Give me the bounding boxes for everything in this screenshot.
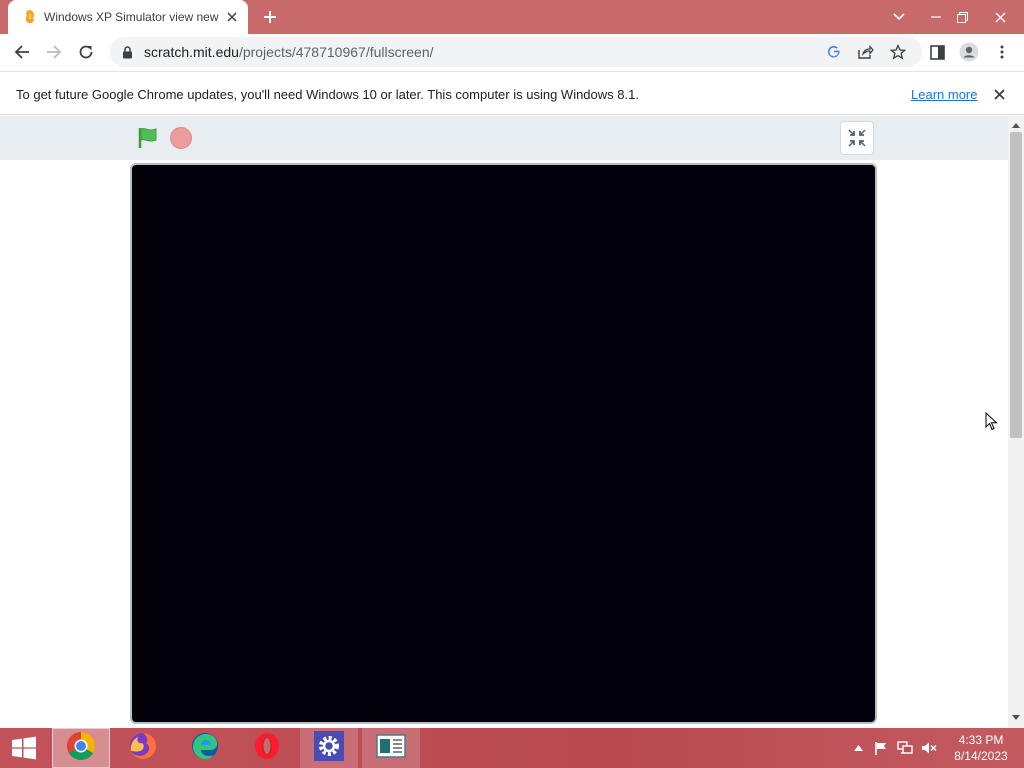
url-text: scratch.mit.edu/projects/478710967/fulls… <box>144 44 434 60</box>
show-hidden-icons-icon[interactable] <box>850 740 866 756</box>
mouse-cursor-icon <box>985 411 998 432</box>
taskbar-opera[interactable] <box>238 728 296 768</box>
lock-icon[interactable] <box>120 45 134 59</box>
taskbar-settings[interactable] <box>300 728 358 768</box>
tab-title: Windows XP Simulator view new <box>44 10 219 24</box>
stop-icon[interactable] <box>170 127 192 149</box>
back-icon[interactable] <box>8 38 36 66</box>
close-icon[interactable] <box>990 85 1008 103</box>
close-icon[interactable] <box>224 9 240 25</box>
reload-icon[interactable] <box>72 38 100 66</box>
volume-muted-icon[interactable] <box>921 740 937 756</box>
plus-icon[interactable] <box>258 6 282 28</box>
google-icon[interactable] <box>824 42 844 62</box>
address-bar[interactable]: scratch.mit.edu/projects/478710967/fulls… <box>110 37 922 67</box>
star-icon[interactable] <box>888 42 908 62</box>
taskbar-news[interactable] <box>362 728 420 768</box>
scratch-fullscreen-page <box>0 116 1008 728</box>
windows-taskbar: 4:33 PM 8/14/2023 <box>0 728 1024 768</box>
learn-more-link[interactable]: Learn more <box>911 87 977 102</box>
flag-icon[interactable] <box>873 740 889 756</box>
profile-icon[interactable] <box>958 41 980 63</box>
green-flag-icon[interactable] <box>137 126 161 150</box>
scroll-up-arrow-icon[interactable] <box>1008 120 1024 130</box>
page-scrollbar[interactable] <box>1008 116 1024 728</box>
share-icon[interactable] <box>856 42 876 62</box>
url-host: scratch.mit.edu <box>144 44 239 60</box>
browser-tab[interactable]: Windows XP Simulator view new <box>8 0 248 34</box>
window-close-icon[interactable] <box>984 0 1016 34</box>
update-infobar: To get future Google Chrome updates, you… <box>0 71 1024 115</box>
edge-icon <box>190 731 220 766</box>
browser-tab-strip: Windows XP Simulator view new <box>0 0 1024 34</box>
side-panel-icon[interactable] <box>926 41 948 63</box>
forward-icon[interactable] <box>40 38 68 66</box>
taskbar-edge[interactable] <box>176 728 234 768</box>
project-stage[interactable] <box>130 163 877 724</box>
network-icon[interactable] <box>897 740 913 756</box>
kebab-menu-icon[interactable] <box>991 41 1013 63</box>
taskbar-chrome[interactable] <box>52 728 110 768</box>
chrome-icon <box>66 731 96 766</box>
browser-toolbar: scratch.mit.edu/projects/478710967/fulls… <box>0 34 1024 71</box>
stage-controls-bar <box>0 116 1008 160</box>
chevron-down-icon[interactable] <box>883 0 915 34</box>
url-path: /projects/478710967/fullscreen/ <box>238 44 434 60</box>
taskbar-clock[interactable]: 4:33 PM 8/14/2023 <box>948 732 1014 764</box>
restore-icon[interactable] <box>946 0 978 34</box>
taskbar-firefox[interactable] <box>114 728 172 768</box>
clock-time: 4:33 PM <box>958 733 1004 747</box>
infobar-message: To get future Google Chrome updates, you… <box>16 87 639 102</box>
windows-start-icon[interactable] <box>8 736 40 760</box>
scrollbar-thumb[interactable] <box>1010 132 1022 438</box>
unfullscreen-icon[interactable] <box>840 121 874 155</box>
firefox-icon <box>128 731 158 766</box>
clock-date: 8/14/2023 <box>954 749 1008 763</box>
scratch-favicon-icon <box>22 9 38 25</box>
news-icon <box>376 733 406 764</box>
scroll-down-arrow-icon[interactable] <box>1008 712 1024 722</box>
settings-icon <box>313 730 345 767</box>
opera-icon <box>252 731 282 766</box>
